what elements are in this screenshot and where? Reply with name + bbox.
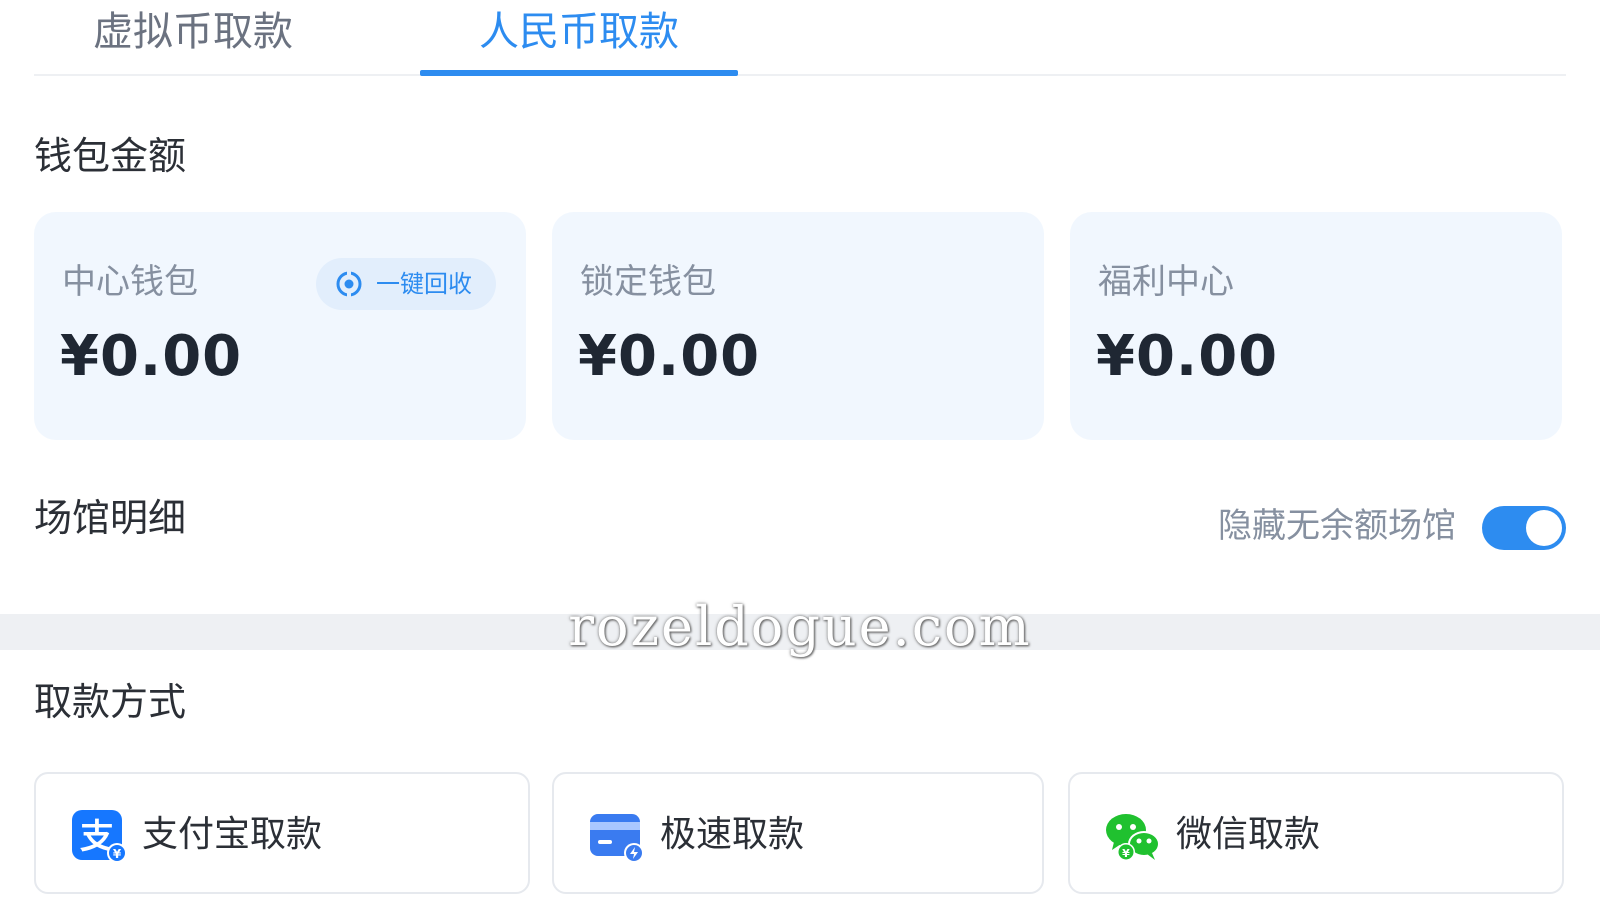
hide-empty-venues-toggle[interactable]: [1482, 506, 1566, 550]
recycle-icon: [336, 270, 362, 298]
tab-rmb-withdraw[interactable]: 人民币取款: [420, 2, 738, 76]
wallet-card-welfare: 福利中心 ¥0.00: [1070, 212, 1562, 440]
svg-text:¥: ¥: [113, 847, 122, 861]
method-alipay[interactable]: 支 ¥ 支付宝取款: [34, 772, 530, 894]
wallet-name: 锁定钱包: [580, 262, 716, 302]
wallet-amount: ¥0.00: [1096, 324, 1279, 389]
wallet-amount: ¥0.00: [578, 324, 761, 389]
one-click-recycle-button[interactable]: 一键回收: [316, 258, 496, 310]
fast-card-icon: [590, 814, 644, 863]
wallet-amount: ¥0.00: [60, 324, 243, 389]
methods-section-title: 取款方式: [34, 680, 187, 724]
watermark: rozeldogue.com: [568, 595, 1032, 658]
wechat-icon: ¥: [1106, 814, 1160, 861]
svg-text:¥: ¥: [1122, 847, 1130, 860]
venue-section-title: 场馆明细: [34, 496, 187, 540]
alipay-icon: 支 ¥: [72, 810, 127, 863]
method-fast[interactable]: 极速取款: [552, 772, 1044, 894]
method-wechat[interactable]: ¥ 微信取款: [1068, 772, 1564, 894]
tab-crypto-withdraw[interactable]: 虚拟币取款: [34, 2, 352, 76]
hide-empty-venues-label: 隐藏无余额场馆: [1218, 506, 1456, 546]
wallet-section-title: 钱包金额: [34, 134, 187, 178]
recycle-label: 一键回收: [376, 270, 472, 298]
wallet-card-center: 中心钱包 一键回收 ¥0.00: [34, 212, 526, 440]
toggle-knob: [1526, 510, 1562, 546]
wallet-card-locked: 锁定钱包 ¥0.00: [552, 212, 1044, 440]
withdraw-tabs: 虚拟币取款 人民币取款: [34, 0, 1566, 76]
wallet-name: 福利中心: [1098, 262, 1234, 302]
wallet-cards: 中心钱包 一键回收 ¥0.00 锁定钱包 ¥0.00 福利中心 ¥0.00: [34, 212, 1566, 440]
method-label: 微信取款: [1176, 814, 1321, 855]
active-tab-indicator: [420, 70, 738, 76]
method-label: 极速取款: [660, 814, 805, 855]
method-label: 支付宝取款: [142, 814, 323, 855]
withdraw-methods: 支 ¥ 支付宝取款 极速取款 ¥ 微信取款: [34, 772, 1566, 894]
wallet-name: 中心钱包: [62, 262, 198, 302]
